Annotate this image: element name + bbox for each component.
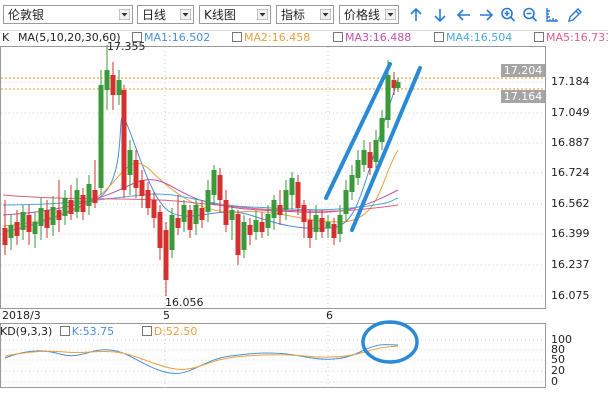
- candle-body: [116, 80, 122, 95]
- candle-body: [80, 195, 86, 212]
- candle-body: [169, 215, 175, 250]
- candle-body: [92, 190, 98, 203]
- price-tick: 16.562: [551, 197, 590, 210]
- candle-body: [74, 190, 80, 212]
- candle-body: [26, 215, 32, 232]
- candle-body: [20, 212, 26, 230]
- kd-tick: 0: [551, 375, 558, 388]
- candle-body: [253, 220, 259, 232]
- price-tick: 16.724: [551, 166, 590, 179]
- candle-body: [205, 190, 211, 212]
- candle-body: [62, 198, 68, 216]
- candle-body: [8, 225, 14, 238]
- candle-body: [241, 222, 247, 250]
- candle-body: [181, 205, 187, 222]
- candle-body: [14, 222, 20, 236]
- candle-body: [68, 200, 74, 214]
- high-price-label: 17.355: [107, 40, 146, 53]
- k-line: [4, 344, 399, 374]
- date-label: 2018/3: [2, 309, 41, 322]
- candle-body: [211, 170, 217, 195]
- candle-body: [337, 215, 343, 234]
- low-price-label: 16.056: [165, 296, 204, 309]
- price-tick: 16.075: [551, 289, 590, 302]
- candle-body: [121, 90, 127, 190]
- candle-body: [289, 178, 295, 195]
- price-tick: 16.399: [551, 227, 590, 240]
- candle-body: [50, 207, 56, 225]
- kd-title: KD(9,3,3): [0, 325, 53, 338]
- candle-body: [139, 180, 145, 196]
- candle-body: [331, 224, 337, 238]
- candle-body: [187, 210, 193, 230]
- candle-body: [163, 230, 169, 280]
- candle-body: [307, 220, 313, 238]
- price-tick: 16.887: [551, 136, 590, 149]
- candle-body: [157, 212, 163, 248]
- candle-body: [325, 222, 331, 228]
- candle-body: [355, 160, 361, 178]
- candle-body: [313, 215, 319, 232]
- price-tick: 16.237: [551, 258, 590, 271]
- price-marker-lower: 17.164: [501, 90, 545, 103]
- candle-body: [38, 208, 44, 226]
- candle-body: [193, 205, 199, 224]
- candle-body: [247, 225, 253, 235]
- candle-body: [151, 200, 157, 218]
- candle-body: [127, 150, 133, 175]
- candle-body: [229, 210, 235, 220]
- candle-body: [385, 75, 391, 120]
- candle-body: [104, 70, 110, 90]
- candle-body: [133, 160, 139, 188]
- price-marker-upper: 17.204: [501, 64, 545, 77]
- candle-body: [277, 205, 283, 215]
- candle-body: [361, 150, 367, 165]
- kd-legend: KD(9,3,3) K:53.75 D:52.50: [0, 325, 197, 338]
- price-chart[interactable]: [0, 0, 608, 403]
- candle-body: [2, 228, 8, 245]
- candle-body: [349, 175, 355, 192]
- candle-body: [343, 190, 349, 214]
- candle-body: [259, 222, 265, 232]
- k-value: K:53.75: [71, 325, 115, 338]
- kd-indicator-lines: [4, 344, 399, 374]
- candle-body: [86, 184, 92, 206]
- candle-body: [223, 200, 229, 225]
- d-line-toggle[interactable]: D:52.50: [141, 325, 198, 338]
- candle-body: [271, 200, 277, 218]
- candle-body: [265, 214, 271, 228]
- candle-body: [56, 210, 62, 220]
- candle-body: [295, 182, 301, 208]
- price-tick: 17.184: [551, 75, 590, 88]
- candle-body: [175, 218, 181, 228]
- candle-body: [283, 190, 289, 210]
- candle-body: [217, 175, 223, 200]
- candle-body: [319, 218, 325, 232]
- candle-body: [199, 208, 205, 220]
- candle-body: [44, 210, 50, 228]
- kd-highlight-circle: [361, 320, 419, 364]
- candle-body: [395, 82, 401, 88]
- candle-body: [32, 222, 38, 234]
- checkbox-icon: [141, 326, 152, 336]
- candle-body: [235, 214, 241, 255]
- candle-body: [379, 118, 385, 142]
- candle-body: [367, 152, 373, 168]
- candle-body: [145, 190, 151, 208]
- candle-body: [98, 85, 104, 188]
- price-tick: 17.049: [551, 106, 590, 119]
- checkbox-icon: [59, 326, 70, 336]
- k-line-toggle[interactable]: K:53.75: [59, 325, 115, 338]
- candle-body: [110, 75, 116, 95]
- candle-body: [301, 205, 307, 222]
- date-label: 6: [326, 309, 333, 322]
- date-label: 5: [163, 309, 170, 322]
- candle-body: [373, 140, 379, 162]
- d-value: D:52.50: [153, 325, 198, 338]
- main-panel-border: [0, 46, 546, 309]
